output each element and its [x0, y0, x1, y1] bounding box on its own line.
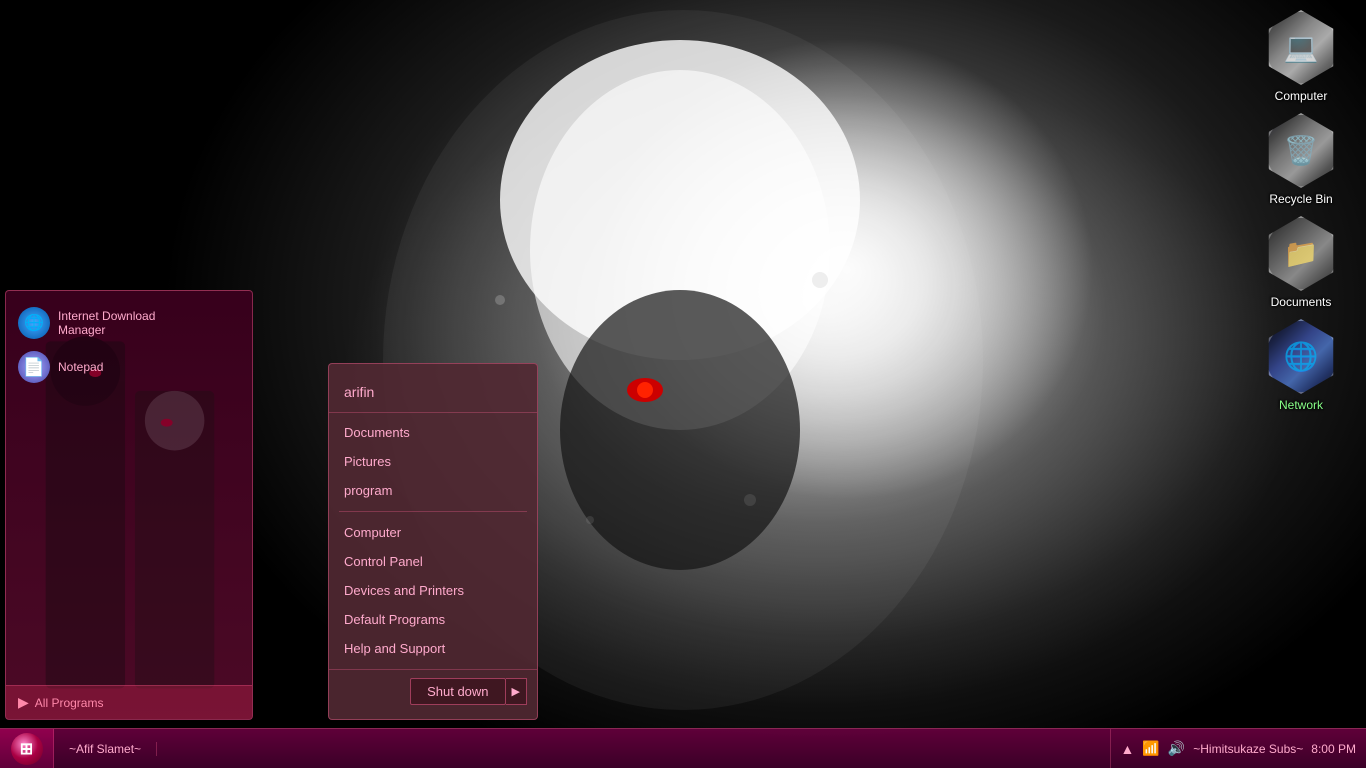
- windows-icon: ⊞: [20, 739, 33, 759]
- documents-face: 📁: [1266, 218, 1337, 289]
- recycle-icon-img: 🗑️: [1264, 113, 1339, 188]
- shutdown-button[interactable]: Shut down: [410, 678, 505, 705]
- menu-item-documents[interactable]: Documents: [329, 418, 537, 447]
- taskbar-network-icon[interactable]: 📶: [1142, 740, 1159, 757]
- network-face: 🌐: [1266, 321, 1337, 392]
- taskbar-user-label: ~Afif Slamet~: [54, 742, 157, 756]
- taskbar-right-label: ~Himitsukaze Subs~: [1193, 742, 1303, 756]
- menu-item-help-support[interactable]: Help and Support: [329, 634, 537, 663]
- all-programs-label: All Programs: [35, 696, 104, 710]
- desktop: 💻 Computer 🗑️ Recycle Bin 📁 Documents 🌐 …: [0, 0, 1366, 768]
- pinned-item-notepad[interactable]: 📄 Notepad: [14, 345, 244, 389]
- menu-item-pictures[interactable]: Pictures: [329, 447, 537, 476]
- documents-icon-img: 📁: [1264, 216, 1339, 291]
- documents-label: Documents: [1271, 295, 1332, 309]
- menu-item-devices-printers[interactable]: Devices and Printers: [329, 576, 537, 605]
- computer-face: 💻: [1266, 12, 1337, 83]
- menu-username: arifin: [329, 384, 537, 413]
- desktop-icon-network[interactable]: 🌐 Network: [1256, 319, 1346, 412]
- start-orb: ⊞: [11, 733, 43, 765]
- desktop-icon-documents[interactable]: 📁 Documents: [1256, 216, 1346, 309]
- network-label: Network: [1279, 398, 1323, 412]
- taskbar-arrow-icon[interactable]: ▲: [1121, 741, 1135, 757]
- menu-item-program[interactable]: program: [329, 476, 537, 505]
- idm-label: Internet DownloadManager: [58, 309, 155, 338]
- taskbar: ⊞ ~Afif Slamet~ ▲ 📶 🔊 ~Himitsukaze Subs~…: [0, 728, 1366, 768]
- desktop-icon-recycle-bin[interactable]: 🗑️ Recycle Bin: [1256, 113, 1346, 206]
- recycle-face: 🗑️: [1266, 115, 1337, 186]
- notepad-label: Notepad: [58, 360, 103, 374]
- menu-divider-1: [339, 511, 527, 512]
- computer-icon-img: 💻: [1264, 10, 1339, 85]
- computer-label: Computer: [1275, 89, 1328, 103]
- shutdown-arrow-button[interactable]: ▶: [506, 678, 527, 705]
- start-menu-right-panel: arifin Documents Pictures program Comput…: [328, 363, 538, 720]
- idm-icon: 🌐: [18, 307, 50, 339]
- taskbar-time-text: 8:00 PM: [1311, 742, 1356, 756]
- pinned-items: 🌐 Internet DownloadManager 📄 Notepad: [14, 301, 244, 389]
- menu-item-control-panel[interactable]: Control Panel: [329, 547, 537, 576]
- taskbar-time: 8:00 PM: [1311, 742, 1356, 756]
- start-button[interactable]: ⊞: [0, 729, 54, 768]
- all-programs-bar[interactable]: ▶ All Programs: [6, 685, 252, 719]
- network-icon-img: 🌐: [1264, 319, 1339, 394]
- all-programs-arrow-icon: ▶: [18, 694, 29, 711]
- pinned-item-idm[interactable]: 🌐 Internet DownloadManager: [14, 301, 244, 345]
- taskbar-speaker-icon[interactable]: 🔊: [1168, 740, 1185, 757]
- menu-item-computer[interactable]: Computer: [329, 518, 537, 547]
- desktop-icons: 💻 Computer 🗑️ Recycle Bin 📁 Documents 🌐 …: [1256, 10, 1346, 412]
- shutdown-bar: Shut down ▶: [329, 669, 537, 709]
- notepad-icon: 📄: [18, 351, 50, 383]
- taskbar-right: ▲ 📶 🔊 ~Himitsukaze Subs~ 8:00 PM: [1110, 729, 1366, 768]
- recycle-label: Recycle Bin: [1269, 192, 1332, 206]
- desktop-icon-computer[interactable]: 💻 Computer: [1256, 10, 1346, 103]
- start-menu-left-panel: 🌐 Internet DownloadManager 📄 Notepad ▶ A…: [5, 290, 253, 720]
- menu-item-default-programs[interactable]: Default Programs: [329, 605, 537, 634]
